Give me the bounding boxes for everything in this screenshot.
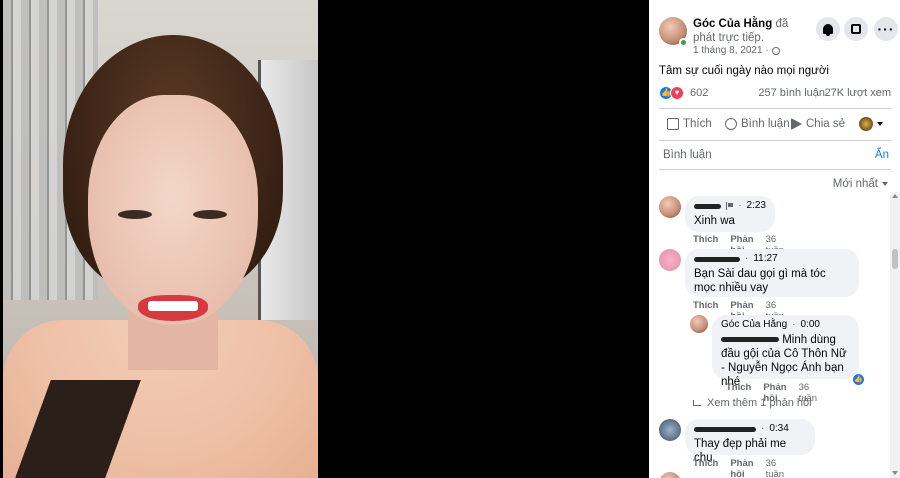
reply-time[interactable]: 0:00	[801, 318, 820, 332]
comment-count[interactable]: 257 bình luận	[758, 87, 825, 99]
comment-text: Bạn Sài dau gọi gì mà tóc mọc nhiều vay	[694, 268, 826, 294]
more-options-button[interactable]: ···	[874, 17, 898, 41]
post-actions: Thích Bình luận Chia sẻ	[659, 112, 891, 136]
separator-dot: ·	[765, 45, 769, 56]
post-date[interactable]: 1 tháng 8, 2021	[693, 45, 763, 56]
redacted-mention	[721, 337, 779, 343]
comment-reply-link[interactable]: Phản hồi	[730, 458, 753, 478]
comment-time[interactable]: 11:27	[753, 252, 777, 266]
comment-time[interactable]: 0:34	[769, 422, 788, 436]
chevron-down-icon	[882, 182, 888, 186]
commenter-name[interactable]: · 2:23	[694, 200, 766, 212]
reply-author[interactable]: Góc Của Hằng · 0:00	[721, 319, 850, 331]
scroll-thumb[interactable]	[892, 249, 898, 269]
message-icon	[851, 24, 861, 34]
comment-bubble: · 2:23 Xinh wa	[685, 196, 775, 232]
separator-dot: ·	[761, 423, 765, 434]
page-name-link[interactable]: Góc Của Hằng	[693, 18, 772, 30]
reply-like-badge-icon[interactable]: 👍	[852, 373, 865, 386]
presenter-eye	[193, 210, 227, 219]
love-reaction-icon[interactable]: ♥	[670, 86, 684, 100]
reply-text-body: Minh dùng đầu gội của Cô Thôn Nữ - Nguyễ…	[721, 334, 847, 388]
comment-label: Bình luận	[741, 118, 790, 130]
presenter-teeth	[148, 301, 198, 311]
commenter-name[interactable]: · 0:34	[694, 423, 806, 435]
separator-dot: ·	[792, 319, 796, 330]
scroll-down-icon[interactable]	[892, 471, 898, 475]
comment-bubble: · 11:27 Bạn Sài dau gọi gì mà tóc mọc nh…	[685, 249, 859, 297]
messenger-button[interactable]	[844, 17, 868, 41]
separator-dot: ·	[745, 253, 749, 264]
divider	[659, 169, 891, 170]
reply-text: Minh dùng đầu gội của Cô Thôn Nữ - Nguyễ…	[721, 333, 850, 389]
comment-bubble: · 0:34 Thay đẹp phải me chu	[685, 419, 815, 464]
like-button[interactable]: Thích	[667, 118, 712, 130]
redacted-name	[694, 203, 721, 209]
comment-meta: Thích Phản hồi 36 tuần	[693, 458, 784, 478]
comment-time[interactable]: 2:23	[747, 199, 766, 213]
comments-scrollbar[interactable]	[890, 192, 900, 478]
reply-arrow-icon	[693, 400, 701, 406]
more-dots-icon: ···	[877, 21, 895, 37]
reply-bubble: Góc Của Hằng · 0:00 Minh dùng đầu gội củ…	[712, 315, 859, 388]
comment-age[interactable]: 36 tuần	[766, 458, 785, 478]
comment-button[interactable]: Bình luận	[725, 118, 790, 130]
comment-like-link[interactable]: Thích	[693, 458, 718, 478]
redacted-name	[694, 256, 740, 262]
comment-icon	[725, 118, 737, 130]
audience-selector[interactable]	[859, 117, 883, 131]
post-meta: 1 tháng 8, 2021 ·	[693, 45, 780, 56]
like-label: Thích	[683, 118, 712, 130]
live-video-area[interactable]	[0, 0, 649, 478]
sort-label: Mới nhất	[832, 178, 878, 190]
presenter-eye	[118, 210, 152, 219]
post-stats: 👍 ♥ 602 257 bình luận 27K lượt xem	[659, 86, 891, 102]
thumb-up-icon	[667, 118, 679, 130]
live-status-dot	[679, 38, 688, 47]
commenter-avatar[interactable]	[659, 196, 681, 218]
view-count: 27K lượt xem	[824, 87, 891, 99]
notification-button[interactable]	[816, 17, 840, 41]
share-label: Chia sẻ	[806, 118, 845, 130]
redacted-name	[694, 426, 756, 432]
comment-input-placeholder: Bình luận	[663, 149, 712, 161]
globe-icon	[771, 46, 780, 55]
sort-dropdown[interactable]: Mới nhất	[833, 178, 888, 190]
presenter-face	[88, 95, 258, 325]
user-avatar	[859, 117, 873, 131]
commenter-name[interactable]: · 11:27	[694, 253, 850, 265]
commenter-avatar[interactable]	[659, 472, 681, 478]
comment-text: Xinh wa	[694, 215, 735, 227]
share-button[interactable]: Chia sẻ	[791, 118, 845, 130]
video-frame[interactable]	[3, 0, 318, 478]
bell-icon	[823, 24, 833, 36]
reaction-count[interactable]: 602	[690, 87, 708, 99]
view-more-replies-link[interactable]: Xem thêm 1 phản hồi	[693, 397, 812, 409]
commenter-avatar[interactable]	[659, 249, 681, 271]
reply-avatar[interactable]	[690, 315, 708, 333]
hide-comments-link[interactable]: Ẩn	[875, 149, 889, 161]
comment-input[interactable]: Bình luận Ẩn	[659, 142, 891, 168]
divider	[659, 108, 891, 109]
separator-dot: ·	[738, 200, 742, 211]
divider	[659, 140, 891, 141]
post-side-panel: Góc Của Hằng đã phát trực tiếp. 1 tháng …	[649, 0, 900, 478]
reply-author-name[interactable]: Góc Của Hằng	[721, 318, 787, 332]
post-caption: Tâm sự cuối ngày nào mọi người	[659, 65, 829, 77]
flag-icon	[725, 202, 734, 210]
commenter-avatar[interactable]	[659, 419, 681, 441]
scroll-up-icon[interactable]	[892, 194, 898, 198]
view-more-replies-label: Xem thêm 1 phản hồi	[707, 397, 812, 409]
share-icon	[791, 118, 802, 130]
chevron-down-icon	[877, 122, 883, 126]
poster-line: Góc Của Hằng đã phát trực tiếp.	[693, 17, 813, 45]
